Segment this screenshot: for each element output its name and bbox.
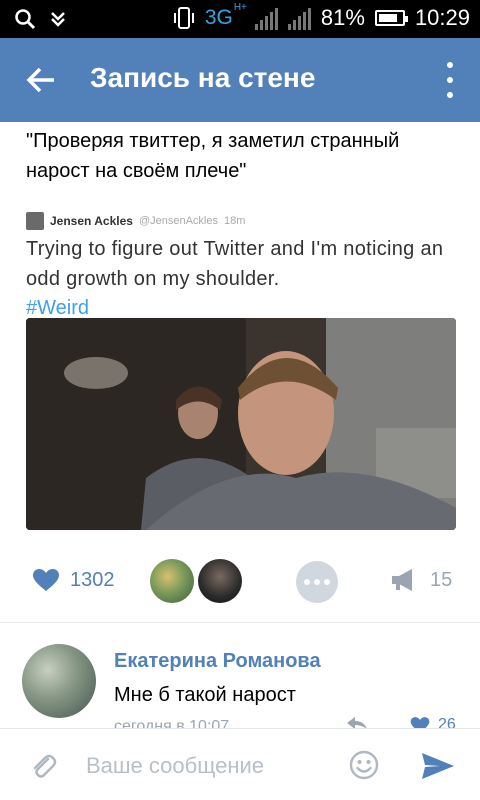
tweet-handle: @JensenAckles [138,215,218,227]
network-type: 3G [204,6,233,29]
tweet-embed[interactable]: Jensen Ackles @JensenAckles 18m Trying t… [26,210,458,530]
more-likers-button[interactable] [296,561,338,603]
comment-like-button[interactable]: 26 [410,716,456,728]
app-header: Запись на стене [0,38,480,122]
liker-avatar-2[interactable] [198,559,242,603]
like-count: 1302 [70,568,115,591]
emoji-icon[interactable] [348,749,380,781]
comment-like-count: 26 [438,716,456,728]
page-title: Запись на стене [90,62,316,93]
vibrate-icon [173,7,194,29]
like-button[interactable]: 1302 [32,568,115,592]
signal-icon [254,6,278,30]
paperclip-icon[interactable] [28,751,58,781]
more-menu-icon[interactable] [438,62,462,98]
comment-avatar[interactable] [22,644,96,718]
heart-icon [33,569,59,591]
battery-icon [374,10,408,26]
tweet-photo[interactable] [26,318,456,530]
status-bar: 3G H+ 81% 10:29 [0,0,480,38]
message-composer [0,728,480,800]
search-icon [15,9,36,30]
tweet-time: 18m [224,215,246,227]
send-icon[interactable] [420,751,456,781]
post-text: "Проверяя твиттер, я заметил странный на… [26,130,400,182]
download-icon [51,12,65,27]
post-actions: 1302 15 [0,556,480,606]
heart-icon [410,717,430,728]
comment-text: Мне б такой нарост [114,684,296,706]
back-arrow-icon[interactable] [22,60,62,100]
liker-avatar-1[interactable] [150,559,194,603]
reply-icon[interactable] [346,716,368,728]
message-input[interactable] [86,751,326,781]
comment-author[interactable]: Екатерина Романова [114,650,321,673]
signal-icon-2 [287,6,311,30]
tweet-text: Trying to figure out Twitter and I'm not… [26,238,444,290]
comment-time: сегодня в 10:07 [114,718,230,728]
megaphone-icon [392,569,412,591]
clock: 10:29 [414,5,470,30]
battery-percent: 81% [320,5,365,30]
network-plus: H+ [233,2,247,13]
comment-item[interactable]: Екатерина Романова Мне б такой нарост се… [0,636,480,728]
tweet-avatar [26,212,44,230]
share-count: 15 [430,568,453,591]
tweet-author: Jensen Ackles [50,214,133,228]
divider [0,622,480,623]
share-button[interactable]: 15 [390,568,452,592]
tweet-header: Jensen Ackles @JensenAckles 18m [26,210,458,232]
